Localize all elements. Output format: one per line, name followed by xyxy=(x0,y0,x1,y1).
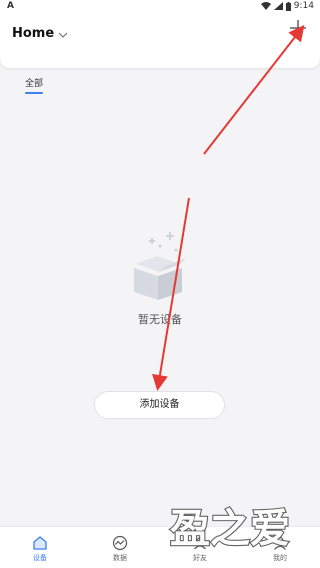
nav-label-data: 数据 xyxy=(113,554,127,562)
nav-item-devices[interactable]: 设备 xyxy=(20,535,60,563)
nav-label-profile: 我的 xyxy=(273,554,287,562)
home-selector-label[interactable]: Home xyxy=(12,26,54,41)
empty-state-message: 暂无设备 xyxy=(138,313,182,326)
nav-label-friends: 好友 xyxy=(193,554,207,562)
chart-data-icon xyxy=(112,535,128,551)
tab-all[interactable]: 全部 xyxy=(25,76,43,89)
plus-icon[interactable] xyxy=(288,18,308,38)
add-device-button[interactable]: 添加设备 xyxy=(94,391,225,419)
nav-item-data[interactable]: 数据 xyxy=(100,535,140,563)
wifi-icon xyxy=(260,2,271,10)
status-bar: A 9:14 xyxy=(0,0,320,14)
battery-icon xyxy=(285,1,291,11)
svg-text:盈之爱: 盈之爱 xyxy=(170,506,290,552)
empty-box-icon xyxy=(134,232,186,300)
notification-icon: A xyxy=(7,1,14,11)
watermark-logo: 盈之爱 xyxy=(169,505,291,553)
chevron-down-icon[interactable] xyxy=(58,30,68,40)
status-icons: 9:14 xyxy=(260,1,314,11)
status-time: 9:14 xyxy=(293,1,314,11)
tab-active-indicator xyxy=(25,92,43,94)
header xyxy=(0,14,320,68)
home-device-icon xyxy=(33,536,47,550)
nav-label-devices: 设备 xyxy=(33,554,47,562)
signal-icon xyxy=(273,2,283,10)
